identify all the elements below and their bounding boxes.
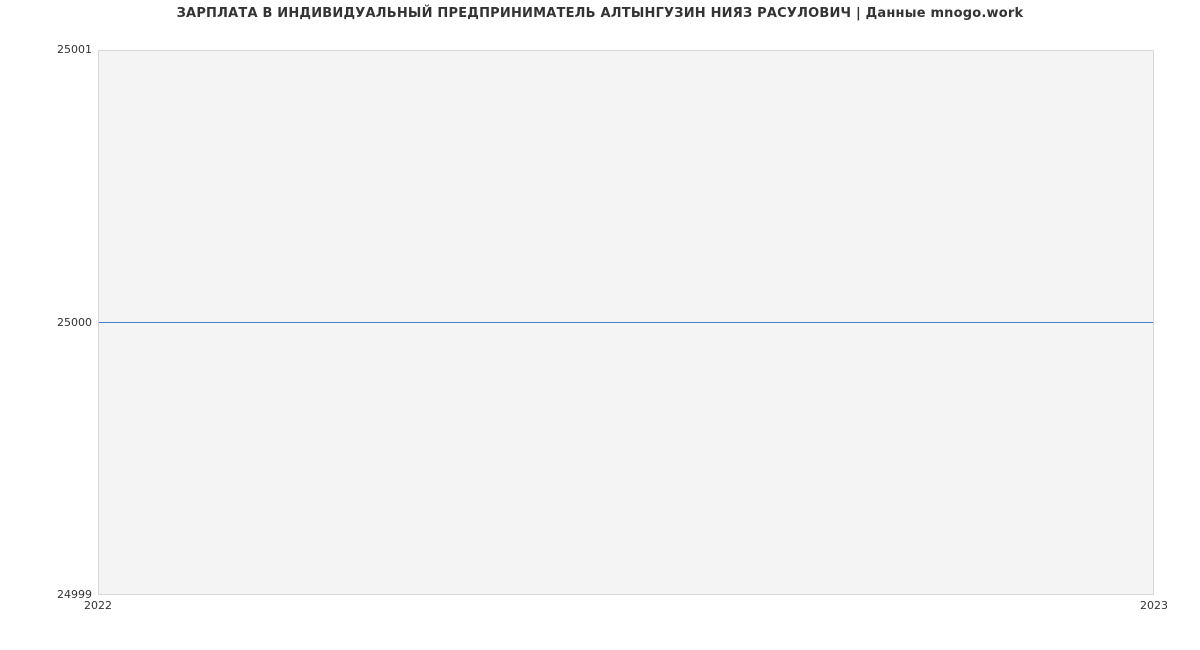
series-line-salary bbox=[99, 322, 1153, 323]
y-tick-top: 25001 bbox=[2, 44, 92, 56]
x-tick-left: 2022 bbox=[84, 600, 112, 612]
chart-title: ЗАРПЛАТА В ИНДИВИДУАЛЬНЫЙ ПРЕДПРИНИМАТЕЛ… bbox=[0, 6, 1200, 21]
plot-area bbox=[98, 50, 1154, 595]
salary-line-chart: ЗАРПЛАТА В ИНДИВИДУАЛЬНЫЙ ПРЕДПРИНИМАТЕЛ… bbox=[0, 0, 1200, 650]
y-tick-mid: 25000 bbox=[2, 317, 92, 329]
y-tick-bottom: 24999 bbox=[2, 589, 92, 601]
x-tick-right: 2023 bbox=[1140, 600, 1168, 612]
